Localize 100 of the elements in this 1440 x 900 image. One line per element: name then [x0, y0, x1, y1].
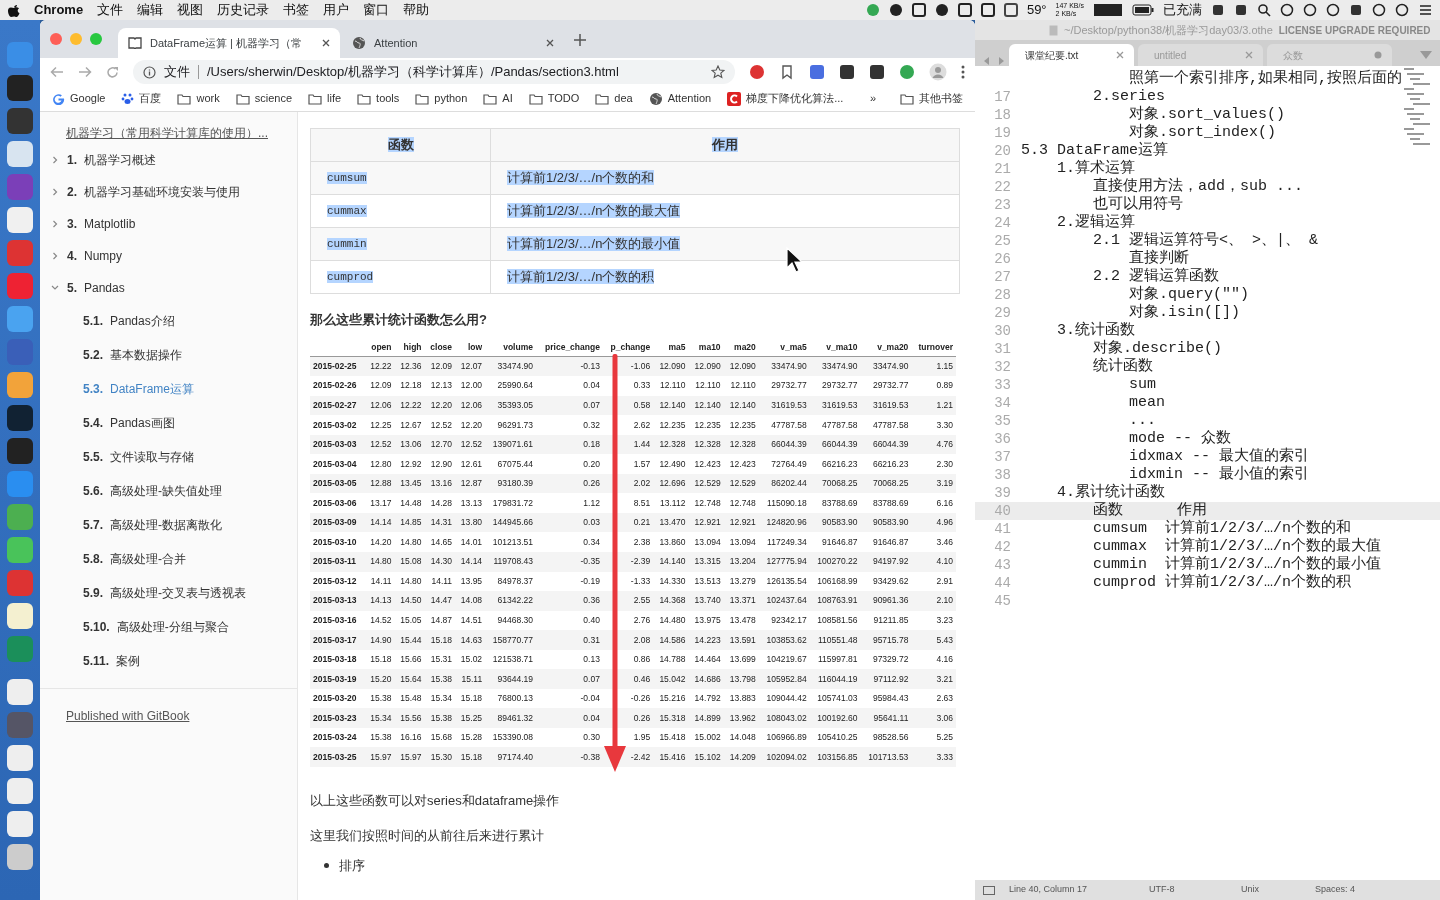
extension-icon[interactable]: [839, 64, 855, 80]
bookmark-item[interactable]: python: [409, 90, 474, 107]
browser-tab[interactable]: Attention: [342, 28, 564, 58]
tray-icon[interactable]: [1349, 3, 1363, 17]
tray-icon[interactable]: [934, 3, 949, 17]
tray-icon[interactable]: [1234, 3, 1248, 17]
search-icon[interactable]: [1257, 3, 1271, 17]
forward-icon[interactable]: [78, 66, 92, 78]
back-icon[interactable]: [50, 66, 64, 78]
dropdown-icon[interactable]: [1420, 51, 1432, 59]
tray-icon[interactable]: [911, 3, 926, 17]
nav-link[interactable]: 5.1. Pandas介绍: [40, 304, 297, 338]
list-icon[interactable]: [1418, 3, 1432, 17]
nav-link[interactable]: 5.2. 基本数据操作: [40, 338, 297, 372]
nav-link[interactable]: 5.10. 高级处理-分组与聚合: [40, 610, 297, 644]
bookmark-item[interactable]: Attention: [642, 90, 718, 107]
bookmark-item[interactable]: work: [171, 90, 226, 107]
app-icon[interactable]: [7, 811, 33, 837]
tray-icon[interactable]: [1395, 3, 1409, 17]
battery-icon[interactable]: [1132, 4, 1154, 16]
reload-icon[interactable]: [106, 65, 119, 79]
tray-icon[interactable]: [957, 3, 972, 17]
tray-icon[interactable]: [888, 3, 903, 17]
bookmark-item[interactable]: AI: [477, 90, 519, 107]
bookmark-item[interactable]: tools: [351, 90, 406, 107]
info-icon[interactable]: [143, 65, 156, 79]
tray-icon[interactable]: [1003, 3, 1018, 17]
app-icon[interactable]: [7, 679, 33, 705]
app-icon[interactable]: [7, 778, 33, 804]
indentation-label[interactable]: Spaces: 4: [1315, 883, 1356, 897]
tray-icon[interactable]: [1372, 3, 1386, 17]
nav-link[interactable]: 1. 机器学习概述: [40, 144, 297, 176]
nav-link[interactable]: 5.7. 高级处理-数据离散化: [40, 508, 297, 542]
app-icon[interactable]: [7, 745, 33, 771]
more-bookmarks-button[interactable]: »: [863, 90, 882, 107]
status-panel-icon[interactable]: [983, 885, 995, 895]
app-icon[interactable]: [7, 141, 33, 167]
tab-scroll-icon[interactable]: [983, 56, 1005, 66]
gitbook-link[interactable]: Published with GitBook: [40, 688, 297, 743]
app-icon[interactable]: [7, 537, 33, 563]
chevron-icon[interactable]: [50, 155, 60, 165]
line-endings-label[interactable]: Unix: [1241, 883, 1315, 897]
nav-link[interactable]: 4. Numpy: [40, 240, 297, 272]
tray-icon[interactable]: [1093, 3, 1123, 17]
tray-icon[interactable]: [1211, 3, 1225, 17]
chevron-icon[interactable]: [50, 251, 60, 261]
bookmark-item[interactable]: life: [302, 90, 348, 107]
close-button[interactable]: [50, 33, 62, 45]
bookmark-item[interactable]: Google: [46, 90, 112, 107]
menu-item[interactable]: 编辑: [137, 0, 164, 20]
app-icon[interactable]: [7, 75, 33, 101]
app-icon[interactable]: [7, 207, 33, 233]
menu-item[interactable]: 历史记录: [217, 0, 270, 20]
encoding-label[interactable]: UTF-8: [1149, 883, 1241, 897]
nav-link[interactable]: 5.6. 高级处理-缺失值处理: [40, 474, 297, 508]
menu-item[interactable]: 用户: [323, 0, 350, 20]
nav-link[interactable]: 5.8. 高级处理-合并: [40, 542, 297, 576]
menu-item[interactable]: 视图: [177, 0, 204, 20]
address-field[interactable]: 文件 /Users/sherwin/Desktop/机器学习（科学计算库）/Pandas/section3.html: [133, 60, 735, 84]
app-icon[interactable]: [7, 603, 33, 629]
bookmark-item[interactable]: science: [229, 90, 298, 107]
bookmark-item[interactable]: dea: [589, 90, 639, 107]
menu-item[interactable]: 书签: [283, 0, 310, 20]
apple-icon[interactable]: [8, 3, 20, 17]
app-menu[interactable]: Chrome: [34, 0, 84, 20]
bookmark-item[interactable]: 其他书签: [894, 90, 969, 107]
menu-item[interactable]: 文件: [97, 0, 124, 20]
chevron-icon[interactable]: [50, 219, 60, 229]
bookmark-item[interactable]: 百度: [115, 90, 168, 107]
menu-item[interactable]: 帮助: [403, 0, 430, 20]
menu-item[interactable]: 窗口: [363, 0, 390, 20]
app-icon[interactable]: [7, 844, 33, 870]
nav-link[interactable]: 5.4. Pandas画图: [40, 406, 297, 440]
tray-icon[interactable]: [1280, 3, 1294, 17]
close-icon[interactable]: [322, 39, 330, 47]
star-icon[interactable]: [711, 65, 725, 79]
tray-icon[interactable]: [1303, 3, 1317, 17]
bookmark-item[interactable]: TODO: [522, 90, 586, 107]
extension-icon[interactable]: [779, 64, 795, 80]
app-icon[interactable]: [7, 108, 33, 134]
book-title[interactable]: 机器学习（常用科学计算库的使用）...: [40, 124, 297, 144]
close-icon[interactable]: [546, 39, 554, 47]
extension-icon[interactable]: [869, 64, 885, 80]
nav-link[interactable]: 5.11. 案例: [40, 644, 297, 678]
app-icon[interactable]: [7, 372, 33, 398]
nav-link[interactable]: 5. Pandas: [40, 272, 297, 304]
editor-tab[interactable]: 课堂纪要.txt: [1009, 44, 1134, 66]
app-icon[interactable]: [7, 405, 33, 431]
avatar-icon[interactable]: [929, 63, 947, 81]
browser-tab[interactable]: DataFrame运算 | 机器学习（常: [118, 28, 340, 58]
bookmark-item[interactable]: 梯度下降优化算法...: [721, 90, 850, 107]
more-menu-icon[interactable]: [961, 65, 965, 79]
chevron-icon[interactable]: [50, 187, 60, 197]
nav-link[interactable]: 5.9. 高级处理-交叉表与透视表: [40, 576, 297, 610]
nav-link[interactable]: 3. Matplotlib: [40, 208, 297, 240]
nav-link[interactable]: 2. 机器学习基础环境安装与使用: [40, 176, 297, 208]
nav-link[interactable]: 5.5. 文件读取与存储: [40, 440, 297, 474]
app-icon[interactable]: [7, 438, 33, 464]
tray-icon[interactable]: [980, 3, 995, 17]
tray-icon[interactable]: [1326, 3, 1340, 17]
